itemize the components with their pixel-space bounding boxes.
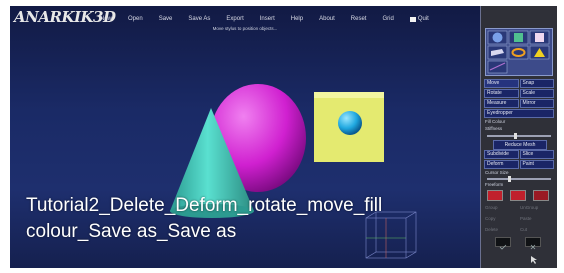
- mouse-pointer-icon: [531, 256, 537, 264]
- stiffness-label: Stiffness: [485, 126, 503, 131]
- mirror-button[interactable]: Mirror: [519, 99, 554, 108]
- cone-primitive-icon[interactable]: [529, 45, 550, 60]
- torus-primitive-icon[interactable]: [508, 45, 529, 60]
- paint-button[interactable]: Paint: [519, 160, 554, 169]
- paste-button[interactable]: Paste: [520, 216, 532, 221]
- video-caption: Tutorial2_Delete_Deform_rotate_move_fill…: [26, 193, 466, 245]
- cursor-size-label: Cursor Size: [485, 170, 509, 175]
- close-icon: [530, 244, 536, 250]
- confirm-check-button[interactable]: [495, 237, 511, 250]
- ungroup-button[interactable]: UnGroup: [520, 205, 538, 210]
- small-blue-sphere[interactable]: [338, 111, 362, 135]
- tool-row-4: Eyedropper: [484, 109, 554, 118]
- cancel-x-button[interactable]: [525, 237, 541, 250]
- eyedropper-button[interactable]: Eyedropper: [484, 109, 554, 118]
- fill-colour-label: Fill Colour: [485, 119, 506, 124]
- red-fill-swatch[interactable]: [487, 190, 503, 201]
- primitive-shape-grid: [485, 28, 553, 76]
- primitive-icons: [487, 30, 550, 74]
- freeform-label: Freeform: [485, 182, 504, 187]
- rotate-button[interactable]: Rotate: [484, 89, 519, 98]
- reduce-mesh-button[interactable]: Reduce Mesh: [493, 140, 547, 150]
- 3d-viewport[interactable]: ANARKIK3D New Open Save Save As Export I…: [10, 6, 480, 268]
- deform-button[interactable]: Deform: [484, 160, 519, 169]
- tool-row-6: Deform Paint: [484, 160, 554, 169]
- snap-button[interactable]: Snap: [519, 79, 554, 88]
- stiffness-slider[interactable]: [487, 133, 551, 139]
- app-window: ANARKIK3D New Open Save Save As Export I…: [0, 0, 564, 273]
- measure-button[interactable]: Measure: [484, 99, 519, 108]
- cursor-size-slider[interactable]: [487, 176, 551, 182]
- tool-panel: Move Snap Rotate Scale Measure Mirror Ey…: [480, 6, 557, 268]
- tool-row-2: Rotate Scale: [484, 89, 554, 98]
- move-button[interactable]: Move: [484, 79, 519, 88]
- caption-line-1: Tutorial2_Delete_Deform_rotate_move_fill: [26, 195, 383, 216]
- tool-row-3: Measure Mirror: [484, 99, 554, 108]
- cube-primitive-icon[interactable]: [508, 30, 529, 45]
- red-dark-swatch[interactable]: [533, 190, 549, 201]
- copy-button[interactable]: Copy: [485, 216, 496, 221]
- plane-primitive-icon[interactable]: [487, 45, 508, 60]
- check-icon: [499, 244, 507, 250]
- caption-line-2: colour_Save as_Save as: [26, 221, 237, 242]
- subdivide-button[interactable]: Subdivide: [484, 150, 519, 159]
- cursor-size-slider-knob[interactable]: [508, 176, 512, 182]
- scale-button[interactable]: Scale: [519, 89, 554, 98]
- slice-button[interactable]: Slice: [519, 150, 554, 159]
- sphere-primitive-icon[interactable]: [487, 30, 508, 45]
- cylinder-primitive-icon[interactable]: [529, 30, 550, 45]
- red-outline-swatch[interactable]: [510, 190, 526, 201]
- cut-button[interactable]: Cut: [520, 227, 527, 232]
- tool-row-5: Subdivide Slice: [484, 150, 554, 159]
- stiffness-slider-knob[interactable]: [514, 133, 518, 139]
- tool-row-1: Move Snap: [484, 79, 554, 88]
- delete-button[interactable]: Delete: [485, 227, 498, 232]
- freeform-primitive-icon[interactable]: [487, 60, 508, 74]
- group-button[interactable]: Group: [485, 205, 498, 210]
